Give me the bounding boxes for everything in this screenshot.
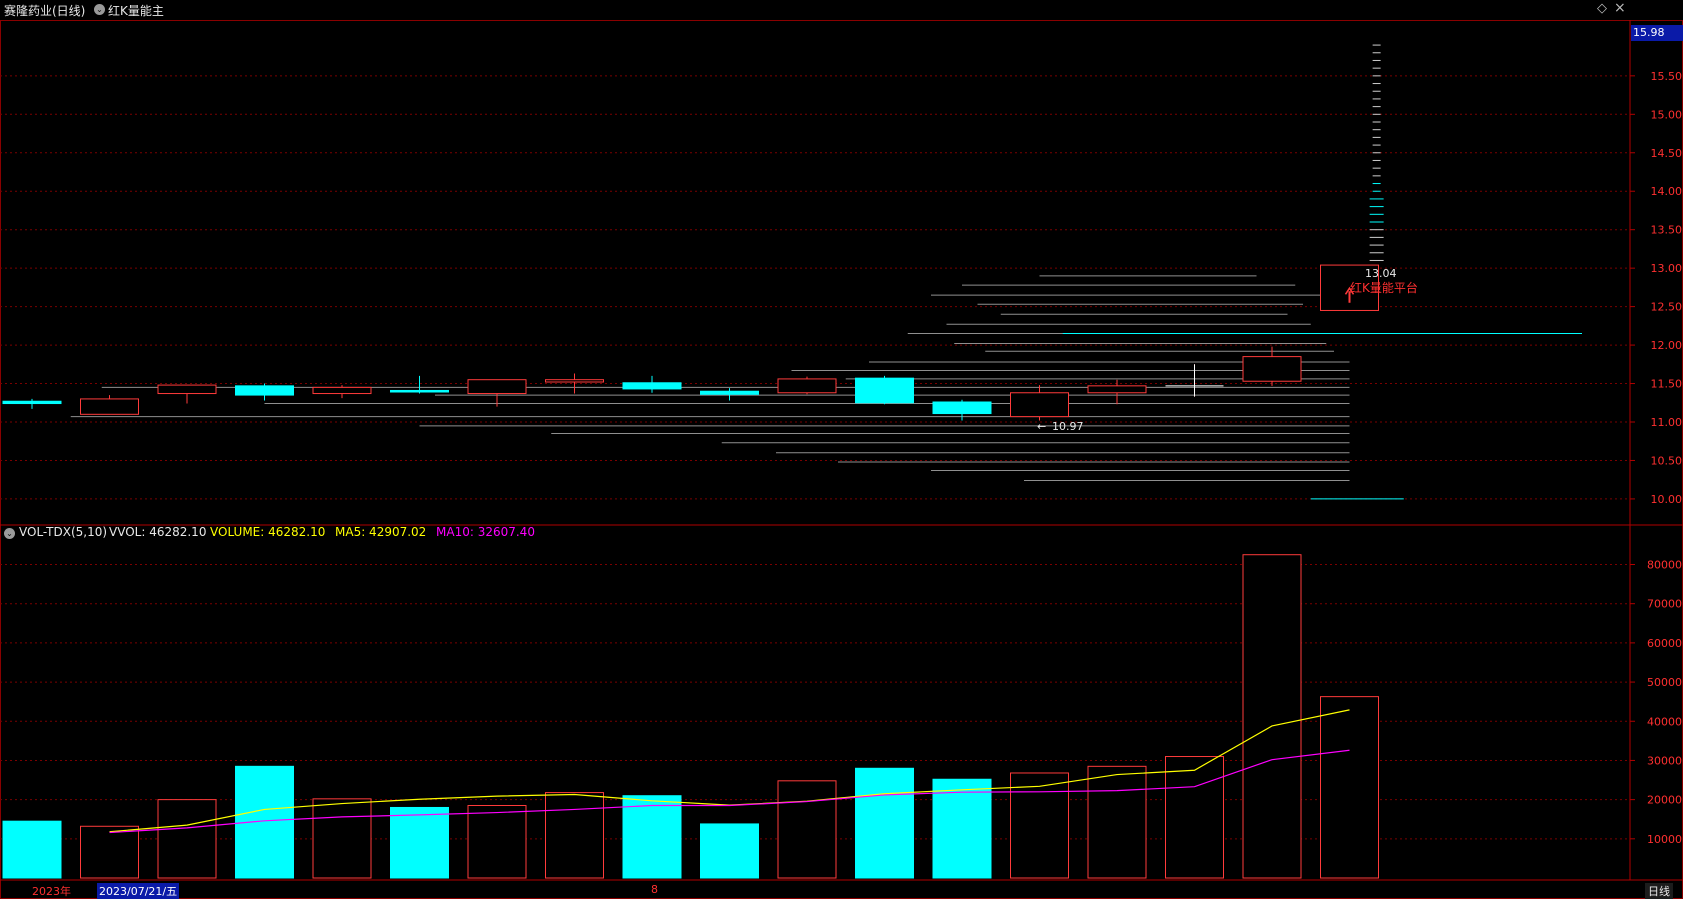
price-tick-label: 10.00: [1651, 493, 1683, 506]
volume-bar[interactable]: [312, 798, 372, 879]
period-tab[interactable]: 日线: [1645, 883, 1673, 899]
ma10-line: [109, 749, 1350, 834]
volume-bar[interactable]: [1242, 554, 1302, 879]
high-annotation: 13.04: [1365, 267, 1397, 280]
price-tick-label: 13.00: [1651, 262, 1683, 275]
ma5-line: [109, 709, 1350, 833]
low-annotation: 10.97: [1052, 420, 1084, 433]
price-tick-label: 12.50: [1651, 301, 1683, 314]
volume-bar[interactable]: [855, 767, 914, 879]
volume-tick-label: 40000: [1647, 715, 1682, 728]
candle-body[interactable]: [80, 398, 139, 415]
volume-tick-label: 50000: [1647, 676, 1682, 689]
price-tick-label: 15.50: [1651, 70, 1683, 83]
candle-body[interactable]: [235, 385, 294, 396]
candle-body[interactable]: [1087, 385, 1147, 394]
volume-tick-label: 80000: [1647, 559, 1682, 572]
candle-body[interactable]: [1242, 356, 1302, 382]
price-tick-label: 12.00: [1651, 339, 1683, 352]
volume-bar[interactable]: [545, 792, 604, 879]
volume-bar[interactable]: [777, 780, 837, 879]
low-arrow-icon: ←: [1037, 420, 1046, 433]
volume-bar[interactable]: [1165, 756, 1224, 879]
candle-body[interactable]: [157, 384, 217, 395]
candle-body[interactable]: [777, 378, 837, 394]
volume-tick-label: 10000: [1647, 833, 1682, 846]
ma10-value: MA10: 32607.40: [436, 525, 535, 539]
volume-bar[interactable]: [932, 778, 992, 879]
volume-bar[interactable]: [622, 795, 682, 879]
ma5-value: MA5: 42907.02: [335, 525, 427, 539]
price-tick-label: 14.50: [1651, 147, 1683, 160]
candle-body[interactable]: [932, 401, 992, 415]
price-tick-label: 11.00: [1651, 416, 1683, 429]
volume-bar[interactable]: [1087, 765, 1147, 879]
candle-body[interactable]: [312, 386, 372, 395]
volume-bar[interactable]: [1320, 696, 1379, 879]
volume-bar[interactable]: [80, 825, 139, 879]
volume-tick-label: 30000: [1647, 754, 1682, 767]
volume-tick-label: 70000: [1647, 598, 1682, 611]
volume-bar[interactable]: [700, 823, 759, 879]
volume-bar[interactable]: [2, 820, 62, 879]
volume-bar[interactable]: [157, 799, 217, 879]
candle-body[interactable]: [1010, 392, 1069, 418]
vvol-value: VVOL: 46282.10: [109, 525, 207, 539]
current-price-label: 15.98: [1631, 25, 1683, 41]
stock-chart[interactable]: 10.00 10.50 11.00 11.50 12.00 12.50 13.00 13.50…: [0, 0, 1683, 899]
volume-value: VOLUME: 46282.10: [210, 525, 326, 539]
candle-body[interactable]: [855, 377, 914, 404]
price-tick-label: 13.50: [1651, 224, 1683, 237]
volume-tick-label: 20000: [1647, 794, 1682, 807]
price-tick-label: 11.50: [1651, 378, 1683, 391]
volume-bar[interactable]: [467, 805, 527, 879]
candle-body[interactable]: [2, 400, 62, 405]
candle-body[interactable]: [390, 389, 449, 393]
price-tick-label: 14.00: [1651, 185, 1683, 198]
year-label: 2023年: [32, 885, 71, 898]
price-tick-label: 10.50: [1651, 454, 1683, 467]
volume-indicator-name[interactable]: VOL-TDX(5,10): [19, 525, 107, 539]
date-label: 2023/07/21/五: [97, 883, 180, 899]
candle-body[interactable]: [467, 379, 527, 395]
price-tick-label: 15.00: [1651, 108, 1683, 121]
month-label: 8: [651, 883, 658, 896]
volume-bar[interactable]: [1010, 772, 1069, 879]
candle-body[interactable]: [545, 379, 604, 383]
candle-body[interactable]: [622, 382, 682, 390]
volume-bar[interactable]: [390, 806, 449, 879]
signal-text: 红K量能平台: [1350, 280, 1418, 295]
volume-tick-label: 60000: [1647, 637, 1682, 650]
candle-body[interactable]: [700, 390, 759, 395]
chevron-down-icon[interactable]: ⌄: [4, 528, 15, 539]
